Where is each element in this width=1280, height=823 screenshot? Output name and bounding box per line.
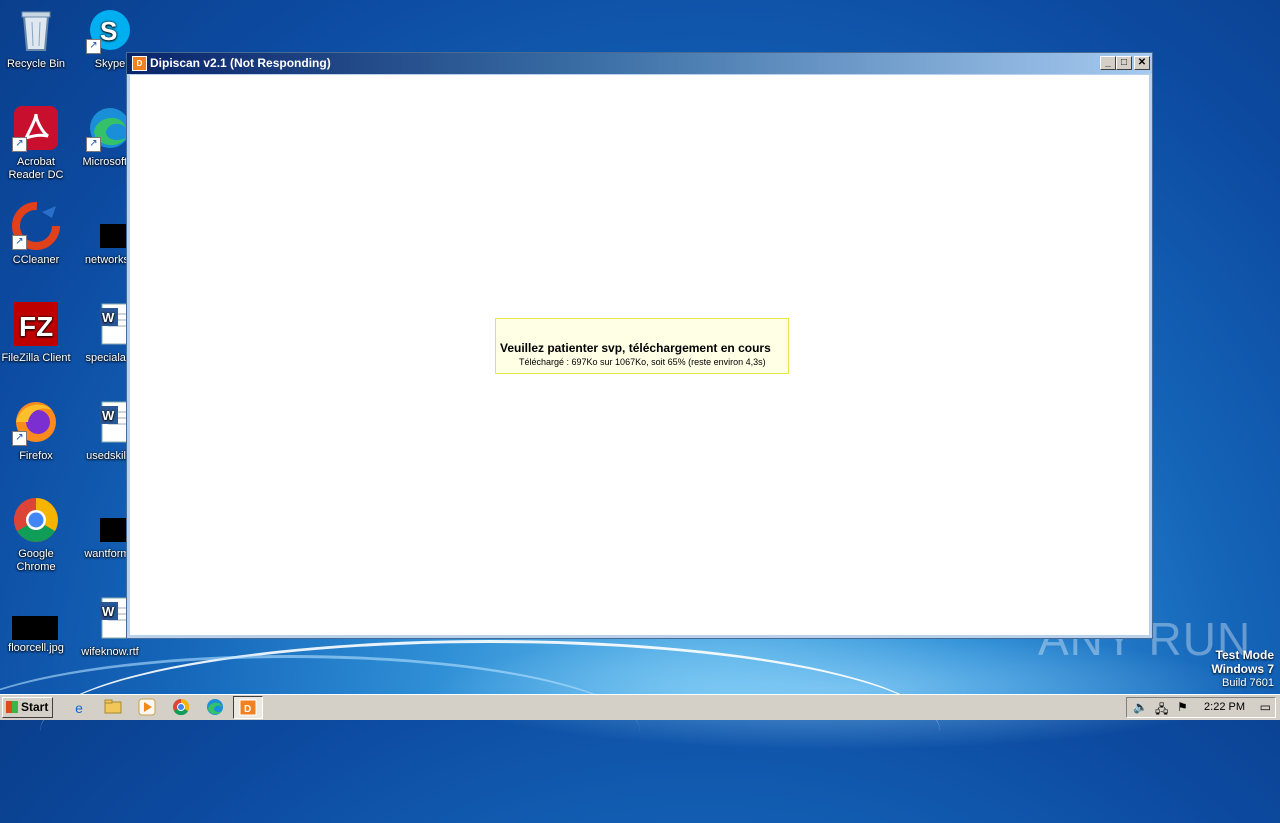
test-mode-line1: Test Mode	[1215, 648, 1274, 662]
media-player-icon[interactable]	[137, 698, 157, 718]
desktop-icon-label: floorcell.jpg	[8, 642, 64, 654]
test-mode-line2: Windows 7	[1211, 662, 1274, 676]
action-center-flag-icon[interactable]: ⚑	[1177, 700, 1188, 714]
window-titlebar[interactable]: D Dipiscan v2.1 (Not Responding) _ □ ✕	[127, 53, 1152, 74]
filezilla-icon: FZ	[12, 300, 60, 348]
desktop-icon-acrobat[interactable]: ↗ Acrobat Reader DC	[0, 104, 72, 182]
desktop-icon-chrome[interactable]: Google Chrome	[0, 496, 72, 574]
svg-text:D: D	[244, 704, 251, 715]
desktop-icon-label: FileZilla Client	[1, 352, 71, 364]
desktop-icon-filezilla[interactable]: FZ FileZilla Client	[0, 300, 72, 365]
svg-text:W: W	[102, 310, 115, 325]
desktop-icon-floorcell[interactable]: floorcell.jpg	[0, 600, 72, 655]
desktop-icon-label: Recycle Bin	[6, 58, 66, 70]
start-button[interactable]: Start	[2, 697, 53, 718]
firefox-icon: ↗	[12, 398, 60, 446]
download-detail: Téléchargé : 697Ko sur 1067Ko, soit 65% …	[519, 357, 766, 367]
show-desktop-icon[interactable]: ▭	[1260, 700, 1271, 714]
recycle-bin-icon	[12, 6, 60, 54]
shortcut-arrow-icon: ↗	[86, 137, 101, 152]
download-message: Veuillez patienter svp, téléchargement e…	[500, 341, 771, 355]
download-progress-panel: Veuillez patienter svp, téléchargement e…	[495, 318, 789, 374]
desktop-icon-firefox[interactable]: ↗ Firefox	[0, 398, 72, 463]
shortcut-arrow-icon: ↗	[12, 431, 27, 446]
taskbar-dipiscan-button[interactable]: D	[233, 696, 263, 719]
window-client-area: Veuillez patienter svp, téléchargement e…	[130, 75, 1149, 635]
image-file-icon	[12, 600, 60, 640]
svg-text:S: S	[100, 16, 117, 46]
desktop-icon-label: Google Chrome	[16, 548, 56, 573]
shortcut-arrow-icon: ↗	[86, 39, 101, 54]
desktop-icon-ccleaner[interactable]: ↗ CCleaner	[0, 202, 72, 267]
desktop-icon-label: Firefox	[19, 450, 53, 462]
ccleaner-icon: ↗	[12, 202, 60, 250]
ie-icon[interactable]: e	[69, 698, 89, 718]
window-title: Dipiscan v2.1 (Not Responding)	[150, 56, 331, 70]
desktop-icon-label: CCleaner	[12, 254, 60, 266]
system-tray: 🔈 🖧 ⚑ 2:22 PM ▭	[1126, 697, 1276, 718]
network-icon[interactable]: 🖧	[1155, 700, 1168, 721]
test-mode-line3: Build 7601	[1222, 677, 1274, 689]
close-button[interactable]: ✕	[1134, 56, 1150, 70]
clock[interactable]: 2:22 PM	[1204, 701, 1245, 713]
desktop-icon-label: wifeknow.rtf	[81, 646, 139, 658]
maximize-button[interactable]: □	[1116, 56, 1132, 70]
explorer-icon[interactable]	[103, 698, 123, 718]
dipiscan-icon: D	[239, 699, 257, 716]
edge-icon[interactable]	[205, 698, 225, 718]
minimize-button[interactable]: _	[1100, 56, 1116, 70]
shortcut-arrow-icon: ↗	[12, 137, 27, 152]
desktop-icon-recycle-bin[interactable]: Recycle Bin	[0, 6, 72, 71]
acrobat-icon: ↗	[12, 104, 60, 152]
desktop-icon-label: Acrobat Reader DC	[8, 156, 64, 181]
dipiscan-window[interactable]: D Dipiscan v2.1 (Not Responding) _ □ ✕ V…	[126, 52, 1153, 639]
svg-text:FZ: FZ	[19, 311, 53, 342]
windows-logo-icon	[6, 701, 18, 713]
volume-icon[interactable]: 🔈	[1133, 700, 1148, 714]
chrome-icon[interactable]	[171, 698, 191, 718]
shortcut-arrow-icon: ↗	[12, 235, 27, 250]
chrome-icon	[12, 496, 60, 544]
start-label: Start	[21, 700, 49, 714]
test-mode-notice: Test Mode Windows 7 Build 7601	[1211, 648, 1274, 690]
svg-text:W: W	[102, 408, 115, 423]
skype-icon: S ↗	[86, 6, 134, 54]
svg-text:W: W	[102, 604, 115, 619]
dipiscan-app-icon[interactable]: D	[132, 56, 147, 71]
taskbar: Start e D 🔈 🖧 ⚑ 2:22 PM ▭	[0, 694, 1280, 720]
